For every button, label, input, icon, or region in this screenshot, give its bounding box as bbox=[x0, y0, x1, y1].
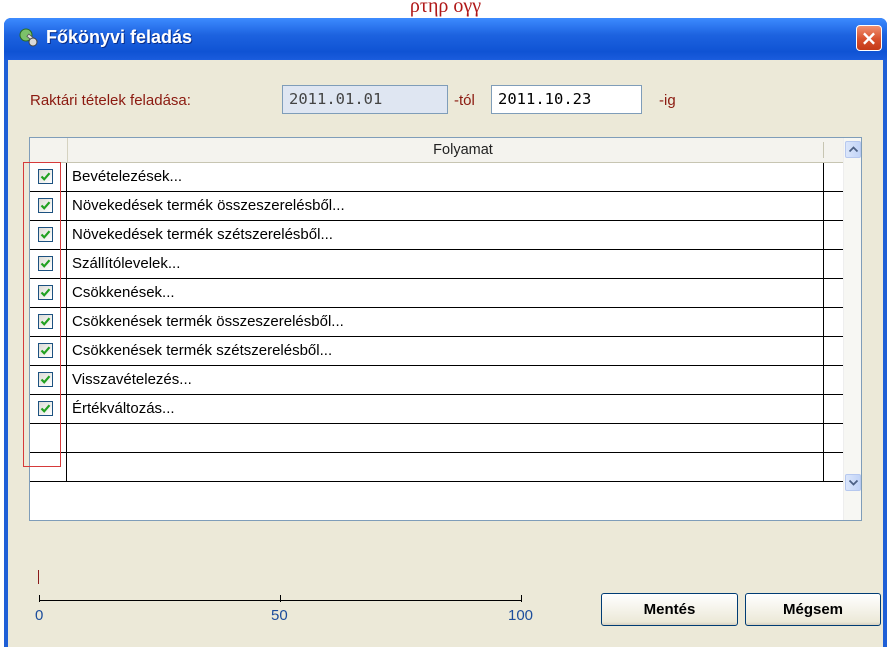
scroll-up-button[interactable] bbox=[845, 141, 861, 158]
row-label: Csökkenések termék összeszerelésből... bbox=[72, 313, 344, 330]
row-divider bbox=[823, 192, 824, 220]
progress-tick bbox=[280, 595, 281, 602]
save-button[interactable]: Mentés bbox=[601, 593, 738, 626]
table-row[interactable] bbox=[30, 453, 861, 482]
title-bar[interactable]: Főkönyvi feladás × bbox=[4, 18, 887, 60]
grid-rows: Bevételezések... Növekedések termék össz… bbox=[30, 163, 861, 482]
to-suffix-label: -ig bbox=[659, 92, 676, 109]
progress-indicator bbox=[38, 570, 39, 584]
cancel-button[interactable]: Mégsem bbox=[745, 593, 881, 626]
header-separator bbox=[823, 142, 824, 158]
from-suffix-label: -tól bbox=[454, 92, 475, 109]
row-label: Növekedések termék összeszerelésből... bbox=[72, 197, 345, 214]
app-tools-icon bbox=[18, 27, 40, 49]
row-label: Értékváltozás... bbox=[72, 400, 175, 417]
table-row[interactable]: Értékváltozás... bbox=[30, 395, 861, 424]
row-divider bbox=[823, 279, 824, 307]
table-row[interactable]: Csökkenések... bbox=[30, 279, 861, 308]
table-row[interactable]: Növekedések termék összeszerelésből... bbox=[30, 192, 861, 221]
row-divider bbox=[823, 395, 824, 423]
header-check-cell bbox=[30, 138, 68, 162]
row-label: Bevételezések... bbox=[72, 168, 183, 185]
row-label: Növekedések termék szétszerelésből... bbox=[72, 226, 333, 243]
dialog-window: Főkönyvi feladás × Raktári tételek felad… bbox=[4, 18, 887, 647]
progress-scale: 0 50 100 bbox=[35, 560, 558, 630]
grid-header: Folyamat bbox=[30, 138, 861, 163]
progress-tick bbox=[521, 595, 522, 602]
row-divider bbox=[823, 337, 824, 365]
date-to-field[interactable]: 2011.10.23 bbox=[491, 85, 642, 114]
row-label: Szállítólevelek... bbox=[72, 255, 181, 272]
row-divider bbox=[823, 250, 824, 278]
checkbox-column-highlight bbox=[23, 162, 61, 467]
chevron-down-icon bbox=[849, 479, 858, 486]
row-label: Csökkenések termék szétszerelésből... bbox=[72, 342, 333, 359]
close-button[interactable]: × bbox=[856, 25, 882, 51]
range-label: Raktári tételek feladása: bbox=[30, 92, 191, 109]
chevron-up-icon bbox=[849, 146, 858, 153]
row-divider bbox=[823, 424, 824, 452]
row-divider bbox=[823, 308, 824, 336]
row-label: Csökkenések... bbox=[72, 284, 175, 301]
row-label: Visszavételezés... bbox=[72, 371, 192, 388]
progress-tick-label: 0 bbox=[35, 607, 44, 624]
table-row[interactable]: Növekedések termék szétszerelésből... bbox=[30, 221, 861, 250]
row-divider bbox=[823, 453, 824, 481]
window-title: Főkönyvi feladás bbox=[46, 27, 193, 47]
table-row[interactable] bbox=[30, 424, 861, 453]
row-divider bbox=[823, 221, 824, 249]
scroll-down-button[interactable] bbox=[845, 474, 861, 491]
process-grid: Folyamat Bevételezések... Növekedések te… bbox=[29, 137, 862, 521]
progress-tick-label: 50 bbox=[271, 607, 288, 624]
cropped-header-text: ρτηρ ογγ bbox=[409, 0, 482, 17]
dialog-body: Raktári tételek feladása: 2011.01.01 -tó… bbox=[8, 60, 883, 647]
progress-tick bbox=[39, 595, 40, 602]
table-row[interactable]: Csökkenések termék szétszerelésből... bbox=[30, 337, 861, 366]
row-divider bbox=[823, 366, 824, 394]
column-header-folyamat[interactable]: Folyamat bbox=[68, 138, 858, 162]
vertical-scrollbar[interactable] bbox=[843, 138, 861, 520]
progress-tick-label: 100 bbox=[508, 607, 534, 624]
table-row[interactable]: Csökkenések termék összeszerelésből... bbox=[30, 308, 861, 337]
table-row[interactable]: Bevételezések... bbox=[30, 163, 861, 192]
date-from-field[interactable]: 2011.01.01 bbox=[282, 85, 448, 114]
row-divider bbox=[823, 163, 824, 191]
table-row[interactable]: Visszavételezés... bbox=[30, 366, 861, 395]
table-row[interactable]: Szállítólevelek... bbox=[30, 250, 861, 279]
